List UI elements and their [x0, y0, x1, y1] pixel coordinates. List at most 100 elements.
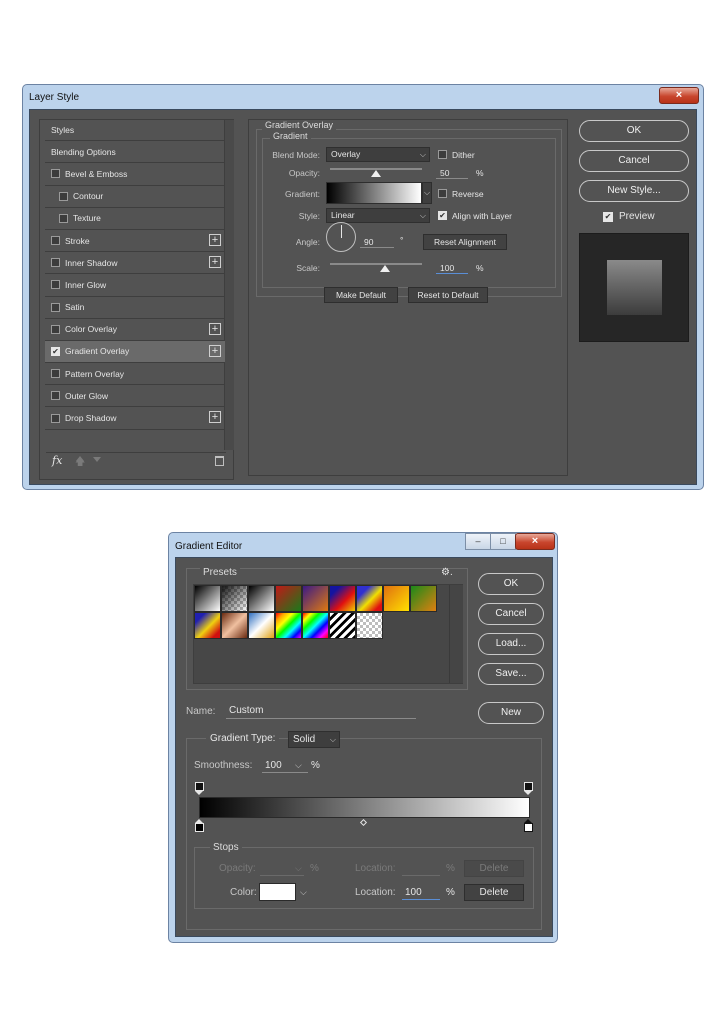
style-item-checkbox[interactable]	[51, 169, 60, 179]
style-item-checkbox[interactable]	[51, 413, 60, 423]
style-item[interactable]: Blending Options	[45, 141, 225, 164]
preview-checkbox[interactable]: ✔	[603, 212, 613, 222]
style-item[interactable]: Contour	[45, 186, 225, 208]
ok-button[interactable]: OK	[579, 120, 689, 142]
preset-swatch-rainbow-stripes[interactable]	[194, 612, 221, 639]
chevron-down-icon[interactable]: ⌵	[295, 760, 302, 771]
gradient-bar[interactable]	[199, 797, 530, 818]
align-with-layer-checkbox[interactable]: ✔	[438, 211, 447, 220]
angle-dial[interactable]	[326, 222, 356, 252]
preset-swatch-blue-yellow-red[interactable]	[356, 585, 383, 612]
stop-opacity-delete-button[interactable]: Delete	[464, 860, 524, 877]
cancel-button[interactable]: Cancel	[579, 150, 689, 172]
angle-value[interactable]: 90	[364, 237, 373, 247]
preset-swatch-violet-orange[interactable]	[302, 585, 329, 612]
cancel-button[interactable]: Cancel	[478, 603, 544, 625]
opacity-value[interactable]: 50	[440, 168, 449, 178]
style-item[interactable]: Styles	[45, 119, 225, 142]
gradient-type-select[interactable]: Solid ⌵	[288, 731, 340, 748]
styles-scrollbar[interactable]	[224, 120, 234, 450]
add-style-icon[interactable]: +	[209, 322, 221, 335]
style-item-checkbox[interactable]	[51, 280, 60, 290]
ok-button[interactable]: OK	[478, 573, 544, 595]
style-item-checkbox[interactable]	[51, 258, 60, 268]
style-item[interactable]: Inner Shadow +	[45, 252, 225, 275]
color-stop-left[interactable]	[195, 823, 204, 832]
stop-color-location-value[interactable]: 100	[405, 887, 422, 898]
style-item[interactable]: Pattern Overlay	[45, 363, 225, 386]
style-item[interactable]: Inner Glow	[45, 274, 225, 297]
name-value[interactable]: Custom	[229, 705, 263, 716]
save-button[interactable]: Save...	[478, 663, 544, 685]
style-item[interactable]: Texture	[45, 208, 225, 230]
scale-slider-track[interactable]	[330, 263, 422, 265]
opacity-stop-left[interactable]	[195, 782, 204, 791]
style-item-label: Pattern Overlay	[65, 368, 125, 379]
style-item-checkbox[interactable]	[51, 302, 60, 312]
style-item-checkbox[interactable]: ✔	[51, 346, 60, 356]
add-style-icon[interactable]: +	[209, 256, 221, 269]
style-item-label: Inner Shadow	[65, 257, 118, 268]
scale-value[interactable]: 100	[440, 263, 454, 273]
style-item[interactable]: Bevel & Emboss	[45, 163, 225, 186]
style-item[interactable]: Drop Shadow +	[45, 407, 225, 430]
style-item[interactable]: Outer Glow	[45, 385, 225, 408]
add-style-icon[interactable]: +	[209, 233, 221, 246]
preset-swatch-black-white[interactable]	[194, 585, 221, 612]
preset-swatch-blue-red-yellow[interactable]	[329, 585, 356, 612]
preset-swatch-chrome[interactable]	[248, 612, 275, 639]
preset-swatch-black-white-2[interactable]	[248, 585, 275, 612]
preset-swatch-transparent-stripes[interactable]	[356, 612, 383, 639]
trash-icon[interactable]	[215, 456, 224, 466]
reverse-checkbox[interactable]	[438, 189, 447, 198]
style-item-checkbox[interactable]	[59, 191, 68, 201]
dither-checkbox[interactable]	[438, 150, 447, 159]
preset-swatch-green-orange[interactable]	[410, 585, 437, 612]
gradient-preview[interactable]	[326, 182, 422, 204]
stop-color-delete-button[interactable]: Delete	[464, 884, 524, 901]
make-default-button[interactable]: Make Default	[324, 287, 398, 303]
preset-swatch-orange-yellow[interactable]	[383, 585, 410, 612]
style-item-checkbox[interactable]	[51, 324, 60, 334]
style-item[interactable]: Color Overlay +	[45, 319, 225, 341]
presets-scrollbar[interactable]	[449, 585, 463, 683]
style-item[interactable]: Stroke +	[45, 230, 225, 253]
stop-opacity-location-underline	[402, 875, 440, 876]
style-item-checkbox[interactable]	[59, 213, 68, 223]
close-button[interactable]: ×	[659, 87, 699, 104]
blend-mode-select[interactable]: Overlay ⌵	[326, 147, 430, 162]
fx-button[interactable]: fx	[52, 454, 62, 467]
add-style-icon[interactable]: +	[209, 411, 221, 424]
stop-color-swatch[interactable]	[259, 883, 296, 901]
style-item-checkbox[interactable]	[51, 369, 60, 379]
minimize-button[interactable]: –	[465, 533, 491, 550]
preset-swatch-red-green[interactable]	[275, 585, 302, 612]
maximize-button[interactable]: □	[490, 533, 516, 550]
style-select[interactable]: Linear ⌵	[326, 208, 430, 223]
style-item[interactable]: ✔ Gradient Overlay +	[45, 340, 225, 364]
smoothness-value[interactable]: 100	[265, 760, 282, 771]
new-style-button[interactable]: New Style...	[579, 180, 689, 202]
load-button[interactable]: Load...	[478, 633, 544, 655]
opacity-slider-thumb[interactable]	[371, 170, 381, 177]
gradient-dropdown[interactable]: ⌵	[422, 182, 432, 204]
preset-swatch-copper[interactable]	[221, 612, 248, 639]
blend-mode-label: Blend Mode:	[272, 150, 320, 160]
chevron-down-icon[interactable]: ⌵	[300, 887, 307, 898]
preset-swatch-transparent-checker[interactable]	[221, 585, 248, 612]
opacity-stop-right[interactable]	[524, 782, 533, 791]
preset-swatch-spectrum-2[interactable]	[302, 612, 329, 639]
close-button[interactable]: ×	[515, 533, 555, 550]
scale-slider-thumb[interactable]	[380, 265, 391, 272]
style-item-checkbox[interactable]	[51, 236, 60, 246]
gear-icon[interactable]: ⚙.	[441, 567, 453, 578]
new-button[interactable]: New	[478, 702, 544, 724]
reset-to-default-button[interactable]: Reset to Default	[408, 287, 488, 303]
reset-alignment-button[interactable]: Reset Alignment	[423, 234, 507, 250]
style-item-checkbox[interactable]	[51, 391, 60, 401]
color-stop-right[interactable]	[524, 823, 533, 832]
style-item[interactable]: Satin	[45, 297, 225, 319]
add-style-icon[interactable]: +	[209, 344, 221, 357]
preset-swatch-black-stripes[interactable]	[329, 612, 356, 639]
preset-swatch-spectrum[interactable]	[275, 612, 302, 639]
